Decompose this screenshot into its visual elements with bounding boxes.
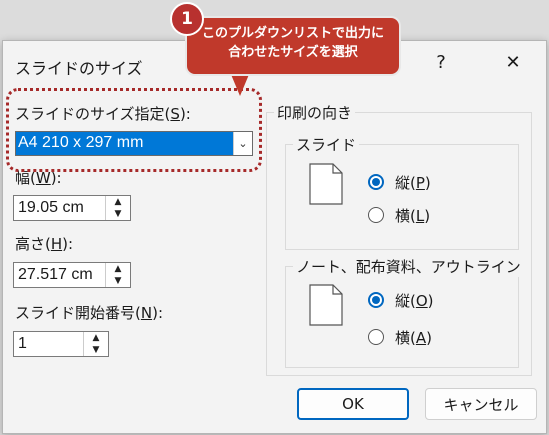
slides-landscape-text: 横(: [395, 207, 416, 225]
orientation-group-label: 印刷の向き: [274, 102, 356, 123]
cancel-button[interactable]: キャンセル: [425, 388, 537, 420]
start-number-spin-buttons: ▲ ▼: [83, 332, 108, 356]
spin-down-icon[interactable]: ▼: [106, 275, 130, 287]
close-button[interactable]: ✕: [495, 47, 531, 79]
spin-up-icon[interactable]: ▲: [84, 332, 108, 344]
width-value[interactable]: 19.05 cm: [18, 199, 106, 217]
page-portrait-icon: [309, 163, 343, 205]
notes-portrait-end: ): [427, 292, 434, 310]
slides-landscape-end: ): [424, 207, 431, 225]
height-label-end: ):: [62, 235, 74, 253]
slides-orientation-label: スライド: [293, 134, 360, 155]
dialog-title: スライドのサイズ: [15, 59, 143, 78]
highlight-outline: [6, 88, 262, 172]
ok-button[interactable]: OK: [297, 388, 409, 420]
help-button[interactable]: ?: [423, 47, 459, 79]
start-number-spinner[interactable]: 1 ▲ ▼: [13, 331, 109, 357]
notes-portrait-text: 縦(: [395, 292, 416, 310]
height-label-text: 高さ(: [15, 235, 51, 253]
notes-landscape-text: 横(: [395, 329, 416, 347]
notes-landscape-radio[interactable]: [368, 329, 384, 345]
slides-landscape-label[interactable]: 横(L): [395, 205, 430, 226]
height-spinner[interactable]: 27.517 cm ▲ ▼: [13, 262, 131, 288]
slides-landscape-accesskey: L: [415, 207, 425, 225]
width-spin-buttons: ▲ ▼: [105, 196, 130, 220]
slides-portrait-text: 縦(: [395, 174, 416, 192]
slides-portrait-accesskey: P: [415, 174, 425, 192]
start-number-accesskey: N: [140, 304, 153, 322]
spin-up-icon[interactable]: ▲: [106, 263, 130, 275]
start-number-label-end: ):: [152, 304, 163, 322]
callout-box: このプルダウンリストで出力に 合わせたサイズを選択: [185, 16, 401, 76]
width-spinner[interactable]: 19.05 cm ▲ ▼: [13, 195, 131, 221]
height-label: 高さ(H):: [15, 233, 73, 254]
notes-portrait-label[interactable]: 縦(O): [395, 290, 434, 311]
notes-portrait-radio[interactable]: [368, 292, 384, 308]
notes-orientation-label: ノート、配布資料、アウトライン: [293, 256, 524, 277]
notes-landscape-end: ): [426, 329, 432, 347]
spin-down-icon[interactable]: ▼: [84, 344, 108, 356]
start-number-value[interactable]: 1: [18, 335, 84, 353]
notes-landscape-label[interactable]: 横(A): [395, 327, 432, 348]
slides-portrait-end: ): [424, 174, 431, 192]
notes-landscape-accesskey: A: [415, 329, 427, 347]
height-accesskey: H: [50, 235, 63, 253]
start-number-label: スライド開始番号(N):: [15, 302, 163, 323]
callout-line-2: 合わせたサイズを選択: [228, 45, 358, 60]
notes-portrait-accesskey: O: [415, 292, 428, 310]
slides-portrait-radio[interactable]: [368, 174, 384, 190]
height-value[interactable]: 27.517 cm: [18, 266, 106, 284]
slides-portrait-label[interactable]: 縦(P): [395, 172, 431, 193]
page-portrait-icon: [309, 284, 343, 326]
callout-line-1: このプルダウンリストで出力に: [201, 26, 384, 41]
start-number-label-text: スライド開始番号(: [15, 304, 141, 322]
spin-up-icon[interactable]: ▲: [106, 196, 130, 208]
height-spin-buttons: ▲ ▼: [105, 263, 130, 287]
step-number-badge: 1: [170, 2, 204, 36]
slides-landscape-radio[interactable]: [368, 207, 384, 223]
spin-down-icon[interactable]: ▼: [106, 208, 130, 220]
